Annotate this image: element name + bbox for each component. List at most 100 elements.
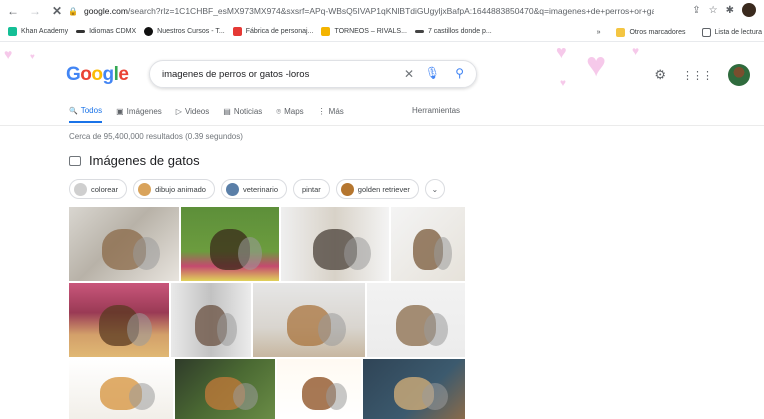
reading-list[interactable]: Lista de lectura <box>701 27 762 37</box>
heart-doodle-icon: ♥ <box>586 46 607 84</box>
image-result[interactable] <box>69 207 179 281</box>
bookmark-item[interactable]: Khan Academy <box>8 27 68 36</box>
back-arrow-icon[interactable]: ← <box>4 2 22 20</box>
chip-label: veterinario <box>242 184 279 194</box>
lock-icon: 🔒 <box>68 6 78 16</box>
image-result[interactable] <box>281 207 389 281</box>
extensions-icon[interactable]: ✱ <box>726 5 734 16</box>
tab-noticias[interactable]: ▤ Noticias <box>223 107 262 122</box>
tab-videos[interactable]: ▷ Videos <box>176 107 209 122</box>
browser-toolbar: ← → ✕ 🔒 google.com /search?rlz=1C1CHBF_e… <box>0 0 764 22</box>
other-bookmarks[interactable]: Otros marcadores <box>616 27 686 37</box>
search-input[interactable] <box>162 68 392 80</box>
bookmark-star-icon[interactable]: ☆ <box>709 5 718 16</box>
logo-letter: e <box>118 64 129 85</box>
chevron-down-icon[interactable]: ⌄ <box>424 179 445 199</box>
images-section-header[interactable]: Imágenes de gatos <box>69 153 200 168</box>
tab-todos[interactable]: 🔍 Todos <box>69 106 103 123</box>
bookmark-item[interactable]: Nuestros Cursos - T... <box>144 27 225 36</box>
url-path: /search?rlz=1C1CHBF_esMX973MX974&sxsrf=A… <box>127 6 654 16</box>
section-title: Imágenes de gatos <box>89 153 200 168</box>
pet-silhouette <box>233 383 258 410</box>
image-result[interactable] <box>367 283 465 357</box>
heart-doodle-icon: ♥ <box>632 44 640 58</box>
chip-colorear[interactable]: colorear <box>69 179 128 199</box>
bookmark-label: Fábrica de personaj... <box>245 28 314 35</box>
tools-button[interactable]: Herramientas <box>412 106 460 115</box>
pet-silhouette <box>422 383 448 410</box>
more-vertical-icon: ⋮ <box>317 107 326 116</box>
map-pin-icon: ⌾ <box>276 106 282 116</box>
image-result[interactable] <box>69 283 169 357</box>
bookmark-item[interactable]: 7 castillos donde p... <box>414 28 492 35</box>
clear-icon[interactable]: ✕ <box>404 67 414 81</box>
image-result[interactable] <box>277 359 361 419</box>
bookmark-label: 7 castillos donde p... <box>427 28 492 35</box>
image-result[interactable] <box>253 283 365 357</box>
tab-label: Noticias <box>233 107 263 116</box>
other-bookmarks-label: Otros marcadores <box>629 28 686 36</box>
bookmark-favicon-icon <box>144 27 154 36</box>
profile-avatar-icon[interactable] <box>742 3 756 17</box>
bookmarks-bar: Khan Academy Idiomas CDMX Nuestros Curso… <box>0 22 764 42</box>
tab-label: Maps <box>284 107 304 116</box>
logo-letter: o <box>91 64 103 85</box>
tab-maps[interactable]: ⌾ Maps <box>276 107 303 123</box>
chip-veterinario[interactable]: veterinario <box>220 179 288 199</box>
bookmark-item[interactable]: TORNEOS – RIVALS... <box>321 27 407 36</box>
tab-label: Todos <box>80 106 103 115</box>
bookmark-label: Nuestros Cursos - T... <box>157 28 225 35</box>
pet-silhouette <box>423 312 449 346</box>
more-bookmarks-button[interactable]: » <box>597 29 601 36</box>
search-box[interactable]: ✕ 🎙 ⚲ <box>149 60 477 88</box>
chip-label: pintar <box>302 184 321 194</box>
share-icon[interactable]: ⇪ <box>692 5 700 16</box>
logo-letter: o <box>80 64 92 85</box>
image-result[interactable] <box>391 207 465 281</box>
bookmark-item[interactable]: Idiomas CDMX <box>76 28 136 35</box>
reading-list-icon <box>701 27 711 37</box>
tab-imagenes[interactable]: ▣ Imágenes <box>116 107 162 122</box>
bookmark-item[interactable]: Fábrica de personaj... <box>232 27 314 36</box>
image-icon <box>69 155 81 166</box>
bookmark-label: TORNEOS – RIVALS... <box>334 28 407 35</box>
close-icon[interactable]: ✕ <box>48 2 66 20</box>
google-doodle-logo[interactable]: Google <box>66 64 129 86</box>
pet-silhouette <box>325 383 347 410</box>
pet-silhouette <box>217 312 238 346</box>
heart-doodle-icon: ♥ <box>560 78 566 89</box>
chip-pintar[interactable]: pintar <box>293 179 330 199</box>
tab-mas[interactable]: ⋮ Más <box>318 107 344 122</box>
image-result[interactable] <box>171 283 251 357</box>
chip-dibujo-animado[interactable]: dibujo animado <box>133 179 215 199</box>
results-count: Cerca de 95,400,000 resultados (0.39 seg… <box>69 132 243 141</box>
refinement-chips: colorear dibujo animado veterinario pint… <box>69 179 445 199</box>
image-result[interactable] <box>69 359 173 419</box>
image-result[interactable] <box>175 359 275 419</box>
forward-arrow-icon[interactable]: → <box>26 2 44 20</box>
pet-silhouette <box>433 236 453 270</box>
bookmark-favicon-icon <box>76 30 86 33</box>
address-bar[interactable]: 🔒 google.com /search?rlz=1C1CHBF_esMX973… <box>68 3 654 19</box>
account-avatar[interactable] <box>728 64 750 86</box>
bookmark-favicon-icon <box>232 27 242 36</box>
microphone-icon[interactable]: 🎙 <box>425 66 440 80</box>
tab-label: Más <box>328 107 344 116</box>
apps-grid-icon[interactable]: ⋮⋮⋮ <box>682 69 713 82</box>
search-header: ♥ ♥ ♥ ♥ ♥ ♥ Google ✕ 🎙 ⚲ ⚙ ⋮⋮⋮ 🔍Todos ▣I… <box>0 42 764 126</box>
image-result[interactable] <box>363 359 465 419</box>
search-icon[interactable]: ⚲ <box>455 66 464 80</box>
folder-icon <box>616 27 626 37</box>
gear-icon[interactable]: ⚙ <box>654 67 666 83</box>
logo-letter: g <box>102 64 115 85</box>
search-tabs: 🔍 Todos ▣ Imágenes ▷ Videos ▤ Noticias ⌾ Maps… <box>69 106 344 123</box>
pet-silhouette <box>317 312 346 346</box>
header-actions: ⚙ ⋮⋮⋮ <box>654 64 750 86</box>
chip-label: colorear <box>91 184 119 194</box>
chip-golden-retriever[interactable]: golden retriever <box>335 179 419 199</box>
pet-silhouette <box>132 236 161 270</box>
bookmark-favicon-icon <box>414 30 424 33</box>
bookmarks-right: » Otros marcadores Lista de lectura <box>596 22 764 41</box>
image-result[interactable] <box>181 207 279 281</box>
search-icon: 🔍 <box>69 107 78 115</box>
